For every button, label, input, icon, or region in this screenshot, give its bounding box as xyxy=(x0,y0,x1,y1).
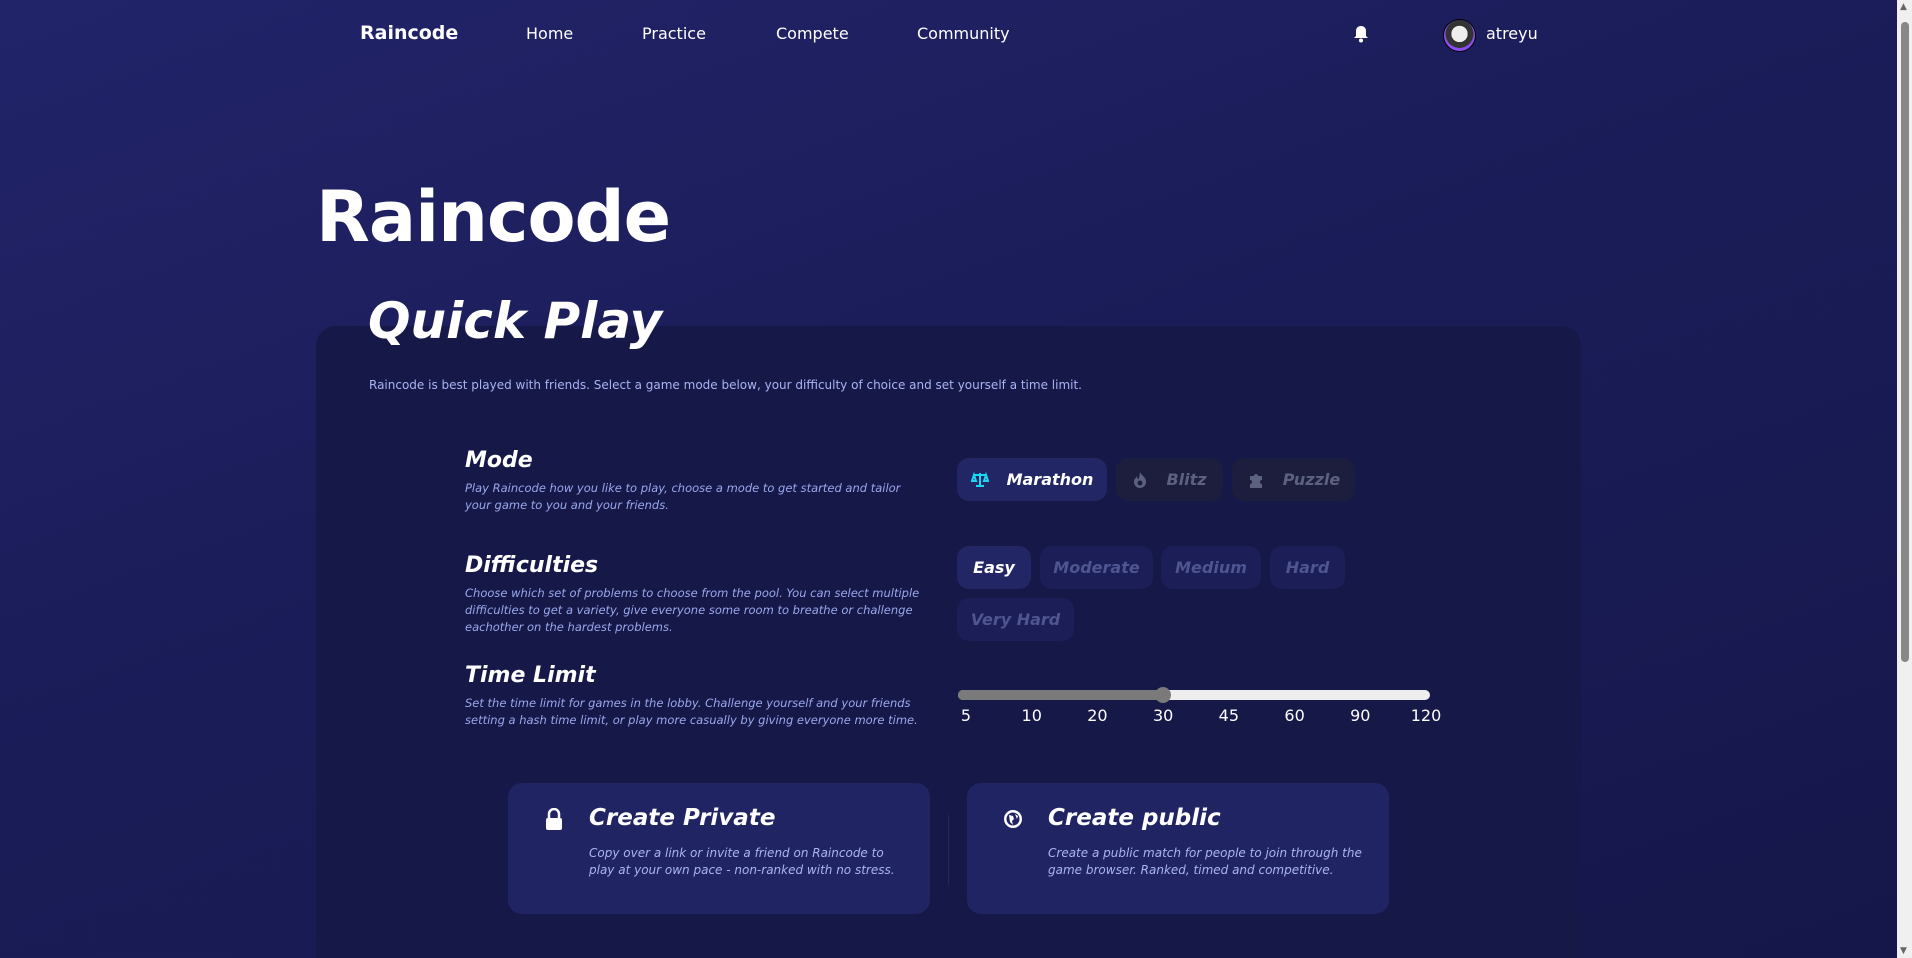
avatar[interactable] xyxy=(1443,19,1476,52)
mode-label: Marathon xyxy=(1006,470,1094,489)
scrollbar[interactable]: ▲ ▼ xyxy=(1897,0,1912,958)
time-limit-description: Set the time limit for games in the lobb… xyxy=(465,696,918,727)
nav-home[interactable]: Home xyxy=(526,24,573,43)
time-tick-label[interactable]: 120 xyxy=(1411,706,1442,725)
difficulty-moderate-button[interactable]: Moderate xyxy=(1040,546,1153,589)
difficulty-medium-button[interactable]: Medium xyxy=(1161,546,1261,589)
puzzle-icon xyxy=(1249,473,1262,488)
page-title: Raincode xyxy=(316,176,671,258)
time-tick-label[interactable]: 60 xyxy=(1284,706,1304,725)
quick-play-description: Raincode is best played with friends. Se… xyxy=(369,378,1082,392)
time-tick-label[interactable]: 10 xyxy=(1022,706,1042,725)
difficulties-description: Choose which set of problems to choose f… xyxy=(465,586,920,634)
mode-label: Puzzle xyxy=(1282,470,1341,489)
quick-play-title: Quick Play xyxy=(368,292,663,350)
time-tick-label[interactable]: 45 xyxy=(1219,706,1239,725)
time-limit-heading: Time Limit xyxy=(465,663,596,688)
create-public-description: Create a public match for people to join… xyxy=(1048,846,1362,877)
time-tick-label[interactable]: 90 xyxy=(1350,706,1370,725)
mode-blitz-button[interactable]: Blitz xyxy=(1116,458,1223,501)
time-limit-slider[interactable] xyxy=(958,687,1430,703)
mode-heading: Mode xyxy=(465,448,533,473)
difficulty-easy-button[interactable]: Easy xyxy=(957,546,1031,589)
create-private-card[interactable]: Create Private Copy over a link or invit… xyxy=(508,783,930,914)
mode-marathon-button[interactable]: Marathon xyxy=(957,458,1107,501)
scroll-down-icon[interactable]: ▼ xyxy=(1900,946,1907,956)
slider-fill xyxy=(958,690,1164,700)
mode-label: Blitz xyxy=(1166,470,1207,489)
difficulty-hard-button[interactable]: Hard xyxy=(1270,546,1345,589)
nav-compete[interactable]: Compete xyxy=(776,24,849,43)
scroll-up-icon[interactable]: ▲ xyxy=(1900,2,1907,12)
fire-icon xyxy=(1134,471,1147,488)
create-private-title: Create Private xyxy=(589,805,776,831)
bell-icon[interactable] xyxy=(1353,25,1369,43)
time-tick-label[interactable]: 30 xyxy=(1153,706,1173,725)
mode-puzzle-button[interactable]: Puzzle xyxy=(1232,458,1355,501)
difficulties-heading: Difficulties xyxy=(465,553,599,578)
mode-description: Play Raincode how you like to play, choo… xyxy=(465,481,901,512)
difficulty-very-hard-button[interactable]: Very Hard xyxy=(957,598,1074,641)
nav-community[interactable]: Community xyxy=(917,24,1010,43)
username[interactable]: atreyu xyxy=(1486,24,1538,43)
scale-icon xyxy=(970,471,989,487)
nav-logo[interactable]: Raincode xyxy=(360,22,458,44)
globe-icon xyxy=(1004,810,1022,828)
create-public-title: Create public xyxy=(1048,805,1221,831)
time-tick-label[interactable]: 5 xyxy=(961,706,971,725)
scrollbar-thumb[interactable] xyxy=(1901,22,1909,662)
create-public-card[interactable]: Create public Create a public match for … xyxy=(967,783,1389,914)
lock-icon xyxy=(546,808,562,830)
time-tick-label[interactable]: 20 xyxy=(1087,706,1107,725)
card-divider xyxy=(948,815,949,885)
top-nav: Raincode Home Practice Compete Community… xyxy=(0,0,1897,70)
nav-practice[interactable]: Practice xyxy=(642,24,706,43)
create-private-description: Copy over a link or invite a friend on R… xyxy=(589,846,895,877)
